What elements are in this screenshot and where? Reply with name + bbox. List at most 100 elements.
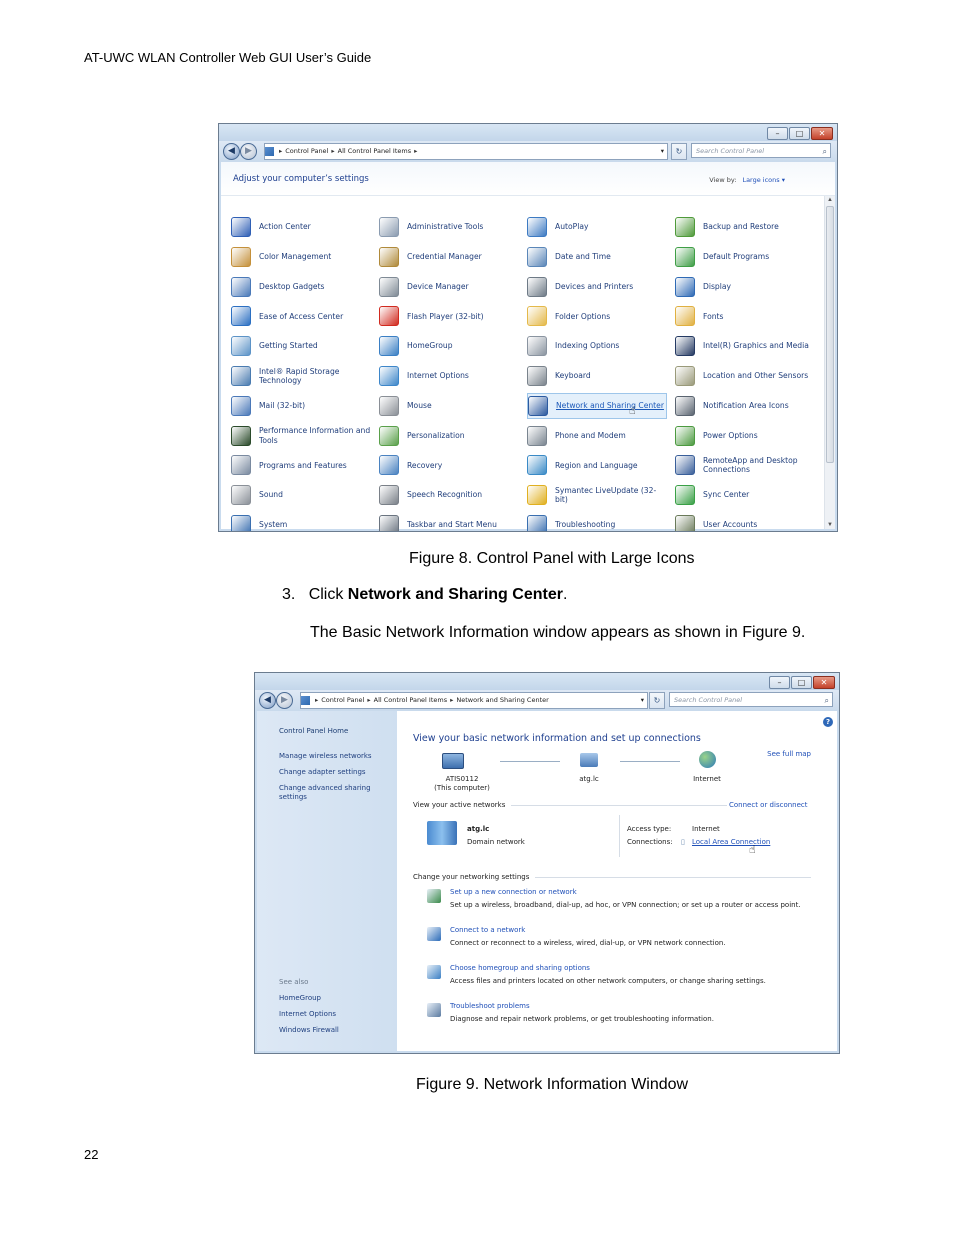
divider (619, 815, 620, 857)
dropdown-arrow-icon[interactable]: ▾ (661, 144, 664, 159)
notification-icon (675, 395, 695, 416)
connection-icon: ▯ (681, 838, 685, 846)
cp-item[interactable]: Sound (231, 482, 371, 508)
address-bar[interactable]: ▸ Control Panel ▸ All Control Panel Items ▸ … (264, 143, 668, 160)
back-icon[interactable]: ◀ (259, 692, 276, 709)
cp-item[interactable]: Indexing Options (527, 333, 667, 359)
cp-item[interactable]: Network and Sharing Center (527, 392, 667, 419)
task-link[interactable]: Troubleshoot problems (450, 1002, 530, 1010)
task-link[interactable]: Choose homegroup and sharing options (450, 964, 590, 972)
breadcrumb-item[interactable]: Control Panel (321, 696, 364, 704)
task-link[interactable]: Set up a new connection or network (450, 888, 577, 896)
cp-item[interactable]: Taskbar and Start Menu (379, 512, 519, 531)
cp-item[interactable]: Getting Started (231, 333, 371, 359)
breadcrumb-item[interactable]: All Control Panel Items (338, 147, 411, 155)
cp-item[interactable]: Intel(R) Graphics and Media (675, 333, 815, 359)
cp-item[interactable]: Sync Center (675, 482, 815, 508)
cp-item[interactable]: Intel® Rapid Storage Technology (231, 363, 371, 389)
search-input[interactable]: Search Control Panel ⌕ (669, 692, 833, 707)
close-button[interactable]: ✕ (813, 676, 835, 689)
cp-item[interactable]: Mail (32-bit) (231, 393, 371, 419)
maximize-button[interactable]: □ (791, 676, 812, 689)
back-icon[interactable]: ◀ (223, 143, 240, 160)
breadcrumb-item[interactable]: Network and Sharing Center (456, 696, 548, 704)
scrollbar-thumb[interactable] (826, 206, 834, 463)
remoteapp-icon (675, 455, 695, 476)
cp-item[interactable]: Troubleshooting (527, 512, 667, 531)
cp-item[interactable]: Fonts (675, 303, 815, 329)
cp-item-label: Notification Area Icons (703, 401, 789, 411)
cp-item[interactable]: Credential Manager (379, 244, 519, 270)
cp-item[interactable]: Keyboard (527, 363, 667, 389)
cp-item[interactable]: Location and Other Sensors (675, 363, 815, 389)
forward-icon[interactable]: ▶ (240, 143, 257, 160)
cp-item[interactable]: Flash Player (32-bit) (379, 303, 519, 329)
cp-item[interactable]: Notification Area Icons (675, 393, 815, 419)
cp-item[interactable]: AutoPlay (527, 214, 667, 240)
performance-icon (231, 425, 251, 446)
breadcrumb-item[interactable]: Control Panel (285, 147, 328, 155)
cp-item[interactable]: Action Center (231, 214, 371, 240)
see-also-homegroup[interactable]: HomeGroup (279, 994, 389, 1003)
network-node: atg.lc (579, 775, 599, 783)
cp-item[interactable]: Programs and Features (231, 452, 371, 478)
maximize-button[interactable]: □ (789, 127, 810, 140)
address-bar[interactable]: ▸ Control Panel ▸ All Control Panel Items ▸ N… (300, 692, 648, 709)
see-also-internet-options[interactable]: Internet Options (279, 1010, 389, 1019)
cp-item[interactable]: Performance Information and Tools (231, 423, 371, 449)
cp-item[interactable]: Phone and Modem (527, 423, 667, 449)
refresh-icon[interactable]: ↻ (649, 692, 665, 709)
sidebar-link-wireless[interactable]: Manage wireless networks (279, 752, 389, 761)
minimize-button[interactable]: – (767, 127, 788, 140)
cp-item[interactable]: Display (675, 274, 815, 300)
cp-item[interactable]: RemoteApp and Desktop Connections (675, 452, 815, 478)
see-full-map-link[interactable]: See full map (767, 750, 811, 758)
cp-item[interactable]: HomeGroup (379, 333, 519, 359)
cp-item[interactable]: Speech Recognition (379, 482, 519, 508)
cp-item[interactable]: Symantec LiveUpdate (32-bit) (527, 482, 667, 508)
cp-item[interactable]: Date and Time (527, 244, 667, 270)
cp-item[interactable]: Region and Language (527, 452, 667, 478)
network-icon (528, 395, 548, 416)
cp-item[interactable]: Ease of Access Center (231, 303, 371, 329)
phone-icon (527, 425, 547, 446)
minimize-button[interactable]: – (769, 676, 790, 689)
connect-disconnect-link[interactable]: Connect or disconnect (729, 801, 808, 809)
mouse-icon (379, 395, 399, 416)
cp-item[interactable]: Personalization (379, 423, 519, 449)
cp-item[interactable]: Backup and Restore (675, 214, 815, 240)
cp-item[interactable]: Default Programs (675, 244, 815, 270)
cp-item[interactable]: Color Management (231, 244, 371, 270)
local-area-connection-link[interactable]: Local Area Connection (692, 838, 770, 846)
forward-icon[interactable]: ▶ (276, 692, 293, 709)
cp-item[interactable]: Folder Options (527, 303, 667, 329)
view-by-dropdown[interactable]: Large icons ▾ (742, 176, 785, 184)
refresh-icon[interactable]: ↻ (671, 143, 687, 160)
cp-item[interactable]: Desktop Gadgets (231, 274, 371, 300)
sidebar-link-sharing[interactable]: Change advanced sharing settings (279, 784, 379, 802)
step-3: 3. Click Network and Sharing Center. (282, 586, 568, 603)
cp-item[interactable]: Recovery (379, 452, 519, 478)
search-input[interactable]: Search Control Panel ⌕ (691, 143, 831, 158)
cp-item[interactable]: Administrative Tools (379, 214, 519, 240)
divider (535, 877, 811, 878)
see-also-firewall[interactable]: Windows Firewall (279, 1026, 389, 1035)
computer-node: ATIS0112 (This computer) (434, 775, 490, 792)
dropdown-arrow-icon[interactable]: ▾ (641, 693, 644, 708)
cp-item[interactable]: System (231, 512, 371, 531)
cp-item[interactable]: User Accounts (675, 512, 815, 531)
cp-item[interactable]: Internet Options (379, 363, 519, 389)
vertical-scrollbar[interactable]: ▲ ▼ (824, 196, 835, 529)
cp-item[interactable]: Power Options (675, 423, 815, 449)
task-link[interactable]: Connect to a network (450, 926, 525, 934)
help-icon[interactable]: ? (823, 717, 833, 727)
breadcrumb-item[interactable]: All Control Panel Items (374, 696, 447, 704)
control-panel-home-link[interactable]: Control Panel Home (279, 727, 348, 735)
close-button[interactable]: ✕ (811, 127, 833, 140)
cp-item[interactable]: Devices and Printers (527, 274, 667, 300)
gadgets-icon (231, 276, 251, 297)
sidebar-link-adapter[interactable]: Change adapter settings (279, 768, 389, 777)
cp-item[interactable]: Mouse (379, 393, 519, 419)
cp-item-label: Intel® Rapid Storage Technology (259, 366, 340, 386)
cp-item[interactable]: Device Manager (379, 274, 519, 300)
